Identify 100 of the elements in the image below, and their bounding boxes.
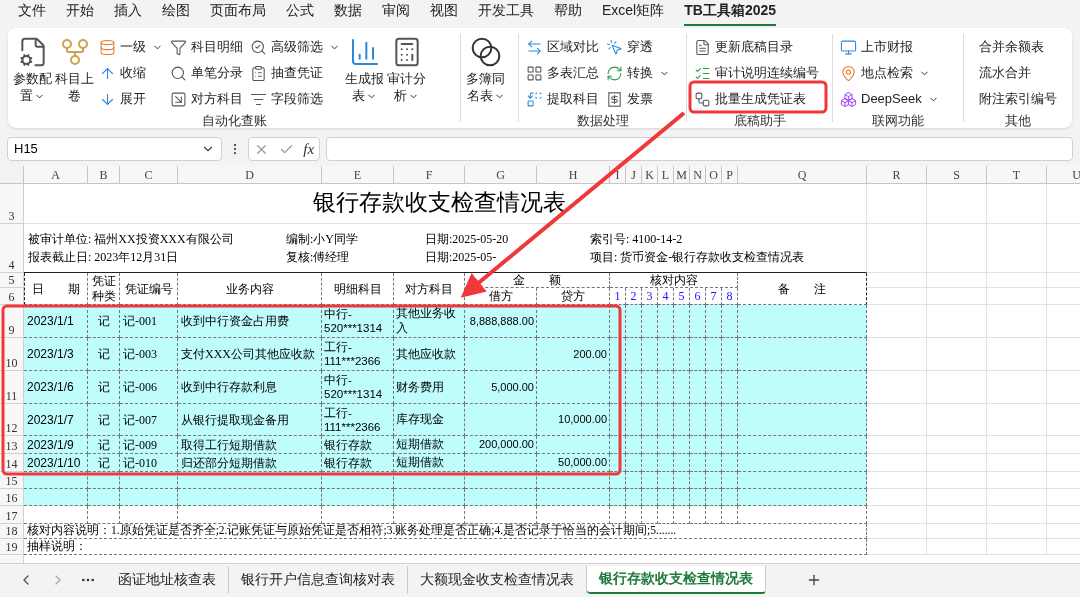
empty-cell — [987, 371, 1047, 404]
ribbon-button[interactable]: 审计分析 — [386, 34, 427, 104]
note-text: 抽样说明： — [24, 539, 867, 555]
ribbon-button[interactable]: 发票 — [603, 86, 673, 112]
ribbon-button[interactable]: 科目上卷 — [54, 34, 95, 104]
ribbon-button[interactable]: 对方科目 — [167, 86, 246, 112]
sheet-tab[interactable]: 函证地址核查表 — [106, 565, 229, 594]
menu-tab[interactable]: 视图 — [430, 0, 458, 26]
column-header[interactable]: D — [178, 166, 322, 184]
column-header[interactable]: J — [626, 166, 642, 184]
menu-tab[interactable]: 数据 — [334, 0, 362, 26]
ribbon-button[interactable]: 收缩 — [96, 60, 166, 86]
menu-tab[interactable]: 文件 — [18, 0, 46, 26]
ribbon-button[interactable]: 合并余额表 — [976, 34, 1060, 60]
group-label: 数据处理 — [575, 112, 630, 130]
ribbon-button[interactable]: 一级 — [96, 34, 166, 60]
row-header[interactable]: 17 — [0, 506, 24, 524]
table-cell: 10,000.00 — [537, 404, 610, 436]
menu-tab[interactable]: 页面布局 — [210, 0, 266, 26]
ribbon-button[interactable]: 更新底稿目录 — [691, 34, 822, 60]
menu-tab[interactable]: 绘图 — [162, 0, 190, 26]
column-header[interactable]: B — [88, 166, 120, 184]
ribbon-button[interactable]: 高级筛选 — [247, 34, 343, 60]
ribbon-button[interactable]: 审计说明连续编号 — [691, 60, 822, 86]
column-header[interactable]: L — [658, 166, 674, 184]
table-cell: 记-006 — [120, 371, 178, 404]
ribbon-button[interactable]: 展开 — [96, 86, 166, 112]
column-header[interactable]: F — [394, 166, 465, 184]
ribbon-button[interactable]: 参数配置 — [12, 34, 53, 104]
ribbon-button[interactable]: 附注索引编号 — [976, 86, 1060, 112]
menu-tab[interactable]: 公式 — [286, 0, 314, 26]
empty-cell — [987, 273, 1047, 288]
column-header[interactable]: M — [674, 166, 690, 184]
ribbon-button[interactable]: 生成报表 — [344, 34, 385, 104]
row-header[interactable]: 19 — [0, 539, 24, 555]
column-header[interactable]: E — [322, 166, 394, 184]
row-header[interactable]: 16 — [0, 489, 24, 506]
ribbon-button[interactable]: 提取科目 — [523, 86, 602, 112]
column-header[interactable]: N — [690, 166, 706, 184]
sheet-tab[interactable]: 银行存款收支检查情况表 — [587, 565, 766, 594]
table-cell: 其他应收款 — [394, 338, 465, 371]
ribbon-button[interactable]: 转换 — [603, 60, 673, 86]
ribbon-button[interactable]: 上市财报 — [837, 34, 942, 60]
table-cell: 记-003 — [120, 338, 178, 371]
sheet-tab[interactable]: 银行开户信息查询核对表 — [229, 565, 408, 594]
empty-cell — [927, 224, 987, 273]
formula-input[interactable] — [326, 137, 1073, 161]
column-header[interactable]: U — [1047, 166, 1080, 184]
row-header[interactable] — [0, 555, 24, 563]
column-header[interactable]: R — [867, 166, 927, 184]
row-header[interactable]: 6 — [0, 288, 24, 305]
ribbon-button[interactable]: 穿透 — [603, 34, 673, 60]
sheet-title: 银行存款收支检查情况表 — [24, 184, 867, 224]
column-header[interactable]: H — [537, 166, 610, 184]
ribbon-button[interactable]: 字段筛选 — [247, 86, 343, 112]
row-header[interactable]: 4 — [0, 224, 24, 273]
name-box[interactable]: H15 — [7, 137, 222, 161]
menu-tab[interactable]: 开发工具 — [478, 0, 534, 26]
column-header[interactable]: T — [987, 166, 1047, 184]
menu-tab[interactable]: Excel矩阵 — [602, 0, 665, 26]
column-heading: 借方 — [465, 288, 537, 305]
select-all-button[interactable] — [0, 166, 24, 184]
table-cell: 记-010 — [120, 454, 178, 472]
table-cell: 200,000.00 — [465, 436, 537, 454]
ribbon-button[interactable]: 批量生成凭证表 — [691, 86, 822, 112]
ribbon-button[interactable]: 区域对比 — [523, 34, 602, 60]
table-cell: 从银行提取现金备用 — [178, 404, 322, 436]
menu-tab[interactable]: 插入 — [114, 0, 142, 26]
column-header[interactable]: Q — [738, 166, 867, 184]
insert-function-button[interactable]: fx — [303, 137, 315, 161]
table-cell: 记-007 — [120, 404, 178, 436]
menu-tab[interactable]: 审阅 — [382, 0, 410, 26]
ribbon-button[interactable]: DeepSeek — [837, 86, 942, 112]
ribbon-button[interactable]: 地点检索 — [837, 60, 942, 86]
table-cell: 记-009 — [120, 436, 178, 454]
menu-tab[interactable]: 帮助 — [554, 0, 582, 26]
column-header[interactable]: C — [120, 166, 178, 184]
column-header[interactable]: G — [465, 166, 537, 184]
ribbon-button[interactable]: 抽查凭证 — [247, 60, 343, 86]
ribbon-button[interactable]: 多簿同名表 — [465, 34, 506, 104]
column-header[interactable]: O — [706, 166, 722, 184]
column-header[interactable]: A — [24, 166, 88, 184]
column-header[interactable]: S — [927, 166, 987, 184]
table-cell: 支付XXX公司其他应收款 — [178, 338, 322, 371]
table-cell: 2023/1/10 — [24, 454, 88, 472]
info-text: 日期:2025-05-20 — [425, 231, 510, 247]
row-header[interactable]: 5 — [0, 273, 24, 288]
database-icon — [99, 38, 116, 56]
row-header[interactable]: 3 — [0, 184, 24, 224]
column-header[interactable]: P — [722, 166, 738, 184]
refresh-icon — [606, 64, 623, 82]
ribbon-button[interactable]: 多表汇总 — [523, 60, 602, 86]
ribbon-button[interactable]: 流水合并 — [976, 60, 1060, 86]
ribbon-button[interactable]: 单笔分录 — [167, 60, 246, 86]
column-header[interactable]: K — [642, 166, 658, 184]
empty-cell — [987, 404, 1047, 436]
ribbon-button[interactable]: 科目明细 — [167, 34, 246, 60]
row-header[interactable]: 18 — [0, 524, 24, 539]
menu-tab[interactable]: 开始 — [66, 0, 94, 26]
menu-tab[interactable]: TB工具箱2025 — [684, 0, 777, 26]
